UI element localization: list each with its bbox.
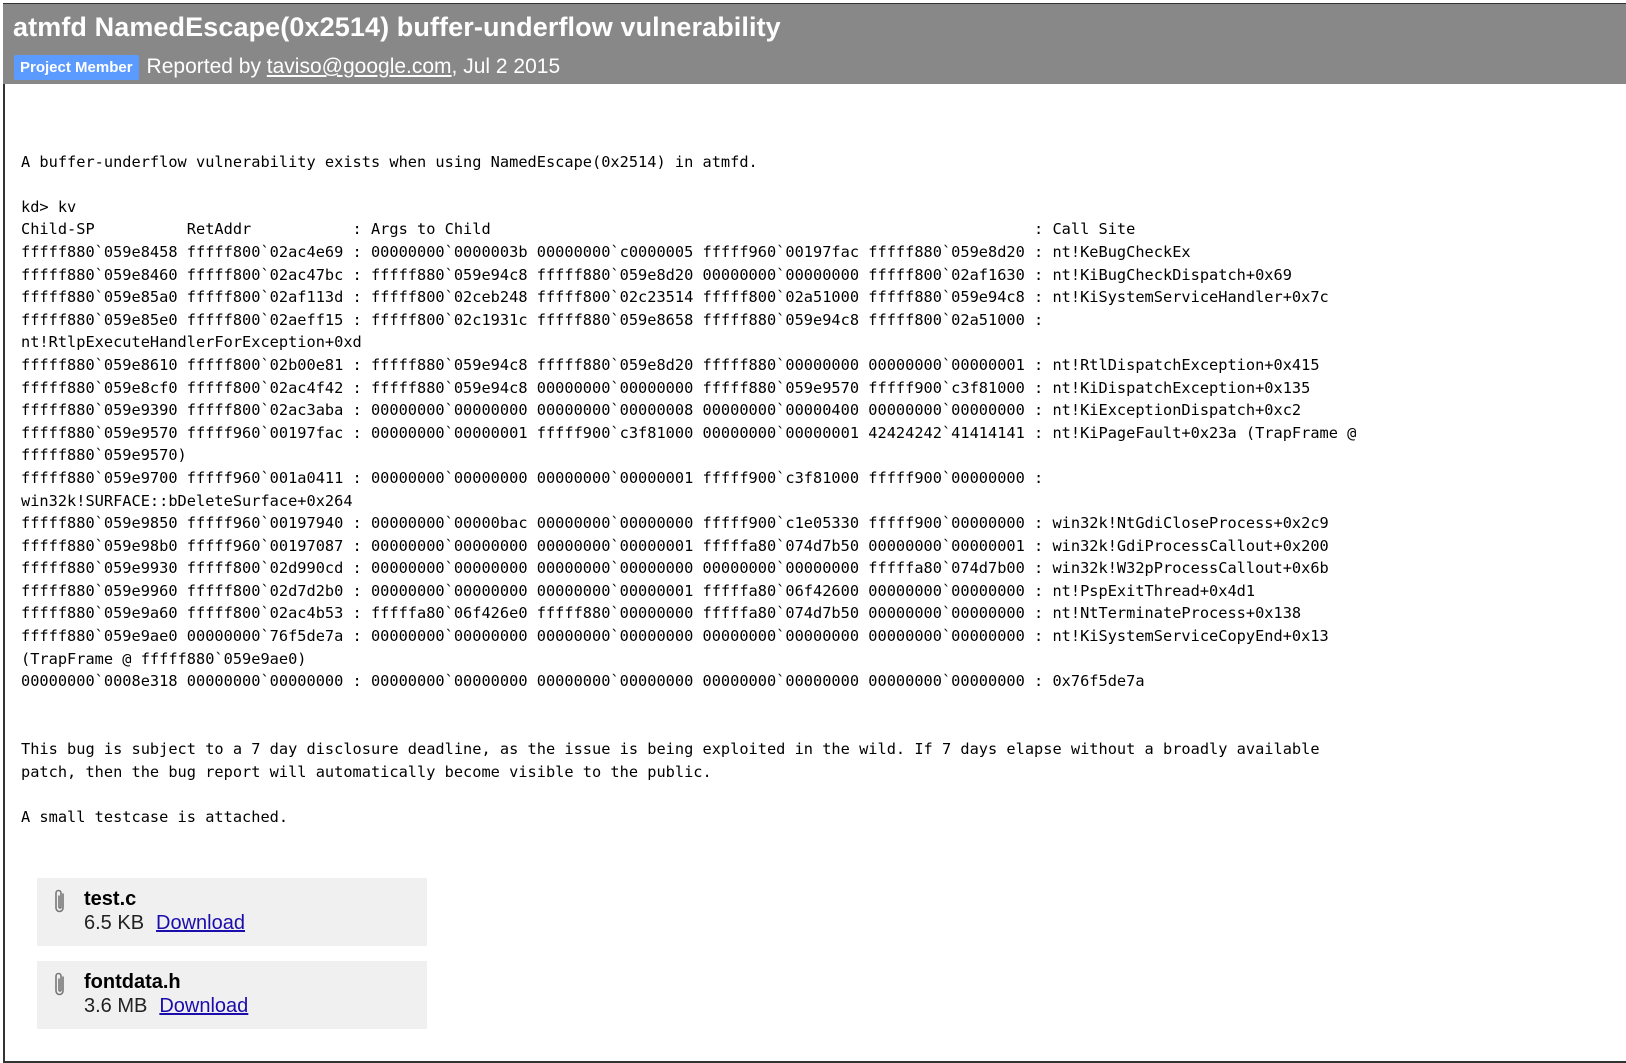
issue-byline: Project Member Reported by taviso@google… — [14, 52, 560, 82]
report-line: fffff880`059e85a0 fffff800`02af113d : ff… — [21, 288, 1329, 307]
attachment-meta: 6.5 KB Download — [84, 912, 245, 935]
report-line: A small testcase is attached. — [21, 807, 289, 826]
report-line: (TrapFrame @ fffff880`059e9ae0) — [21, 649, 307, 668]
issue-title: atmfd NamedEscape(0x2514) buffer-underfl… — [13, 12, 781, 42]
attachment-size: 6.5 KB — [84, 912, 145, 934]
attachment-item: test.c 6.5 KB Download — [37, 878, 427, 946]
attachment-item: fontdata.h 3.6 MB Download — [37, 961, 427, 1029]
report-line: patch, then the bug report will automati… — [21, 762, 712, 781]
issue-description: A buffer-underflow vulnerability exists … — [21, 128, 1356, 828]
report-line: fffff880`059e9390 fffff800`02ac3aba : 00… — [21, 401, 1302, 420]
report-line: 00000000`0008e318 00000000`00000000 : 00… — [21, 672, 1145, 691]
report-line: fffff880`059e8460 fffff800`02ac47bc : ff… — [21, 265, 1292, 284]
report-line: fffff880`059e9ae0 00000000`76f5de7a : 00… — [21, 627, 1329, 646]
report-line: fffff880`059e8cf0 fffff800`02ac4f42 : ff… — [21, 378, 1311, 397]
download-link[interactable]: Download — [156, 912, 245, 934]
report-line: fffff880`059e8458 fffff800`02ac4e69 : 00… — [21, 242, 1191, 261]
attachment-name: fontdata.h — [84, 971, 181, 993]
reporter-link[interactable]: taviso@google.com — [267, 55, 452, 79]
download-link[interactable]: Download — [159, 995, 248, 1017]
report-line: fffff880`059e9a60 fffff800`02ac4b53 : ff… — [21, 604, 1302, 623]
report-date: , Jul 2 2015 — [451, 55, 561, 78]
report-line: Child-SP RetAddr : Args to Child : Call … — [21, 220, 1136, 239]
reported-by-label: Reported by — [146, 55, 261, 78]
report-line: nt!RtlpExecuteHandlerForException+0xd — [21, 333, 362, 352]
attachment-meta: 3.6 MB Download — [84, 995, 248, 1018]
report-line: fffff880`059e98b0 fffff960`00197087 : 00… — [21, 536, 1329, 555]
report-line: fffff880`059e9700 fffff960`001a0411 : 00… — [21, 468, 1044, 487]
issue-header: atmfd NamedEscape(0x2514) buffer-underfl… — [3, 4, 1626, 84]
report-line: win32k!SURFACE::bDeleteSurface+0x264 — [21, 491, 353, 510]
report-line: fffff880`059e9570) — [21, 446, 187, 465]
report-line: fffff880`059e9930 fffff800`02d990cd : 00… — [21, 559, 1329, 578]
attachment-size: 3.6 MB — [84, 995, 148, 1017]
report-line: fffff880`059e8610 fffff800`02b00e81 : ff… — [21, 355, 1320, 374]
report-line: A buffer-underflow vulnerability exists … — [21, 152, 758, 171]
report-line: This bug is subject to a 7 day disclosur… — [21, 740, 1320, 759]
report-line: fffff880`059e85e0 fffff800`02aeff15 : ff… — [21, 310, 1044, 329]
attachment-name: test.c — [84, 888, 137, 910]
report-line: fffff880`059e9570 fffff960`00197fac : 00… — [21, 423, 1357, 442]
project-member-badge: Project Member — [14, 54, 139, 80]
report-line: kd> kv — [21, 197, 77, 216]
report-line: fffff880`059e9850 fffff960`00197940 : 00… — [21, 514, 1329, 533]
report-line: fffff880`059e9960 fffff800`02d7d2b0 : 00… — [21, 581, 1256, 600]
attachments-list: test.c 6.5 KB Download fontdata.h 3.6 MB D… — [37, 878, 427, 1044]
